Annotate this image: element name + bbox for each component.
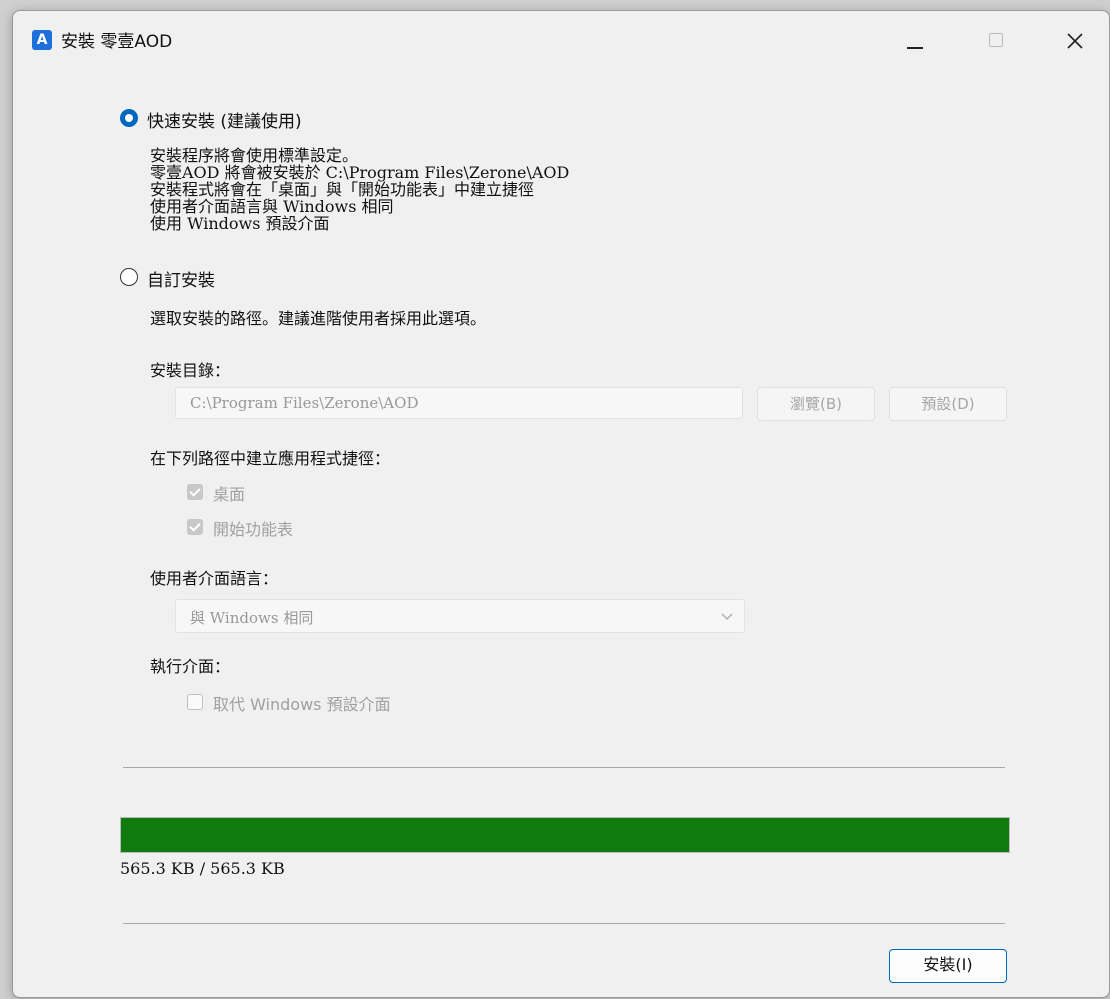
chevron-down-icon bbox=[721, 613, 733, 620]
progress-bar bbox=[120, 817, 1010, 853]
custom-install-label[interactable]: 自訂安裝 bbox=[147, 266, 215, 291]
progress-fill bbox=[121, 818, 1009, 852]
divider bbox=[123, 767, 1005, 768]
language-select[interactable]: 與 Windows 相同 bbox=[175, 599, 745, 633]
window-title: 安裝 零壹AOD bbox=[61, 32, 173, 52]
browse-button[interactable]: 瀏覽(B) bbox=[757, 387, 875, 421]
install-dir-label: 安裝目錄： bbox=[150, 361, 231, 380]
exec-interface-label: 執行介面： bbox=[150, 657, 231, 676]
close-button[interactable] bbox=[1053, 21, 1099, 59]
app-logo-icon: A bbox=[32, 30, 52, 50]
start-menu-shortcut-checkbox[interactable] bbox=[187, 519, 203, 535]
install-dir-value: C:\Program Files\Zerone\AOD bbox=[190, 394, 419, 412]
close-icon bbox=[1067, 33, 1083, 49]
custom-install-description: 選取安裝的路徑。建議進階使用者採用此選項。 bbox=[150, 309, 487, 328]
installer-window: A 安裝 零壹AOD 快速安裝 (建議使用) 安裝程序將會使用標準設定。 零壹A… bbox=[12, 10, 1110, 998]
quick-install-label[interactable]: 快速安裝 (建議使用) bbox=[147, 107, 302, 132]
shortcut-label: 在下列路徑中建立應用程式捷徑： bbox=[150, 449, 391, 468]
title-bar: A 安裝 零壹AOD bbox=[13, 11, 1109, 71]
quick-install-description: 安裝程序將會使用標準設定。 零壹AOD 將會被安裝於 C:\Program Fi… bbox=[150, 148, 569, 233]
install-button[interactable]: 安裝(I) bbox=[889, 949, 1007, 983]
minimize-icon bbox=[907, 47, 923, 49]
quick-install-line: 使用 Windows 預設介面 bbox=[150, 214, 330, 233]
divider bbox=[123, 923, 1005, 924]
quick-install-radio[interactable] bbox=[120, 109, 138, 127]
start-menu-shortcut-label: 開始功能表 bbox=[213, 520, 294, 539]
language-label: 使用者介面語言： bbox=[150, 569, 279, 588]
default-button[interactable]: 預設(D) bbox=[889, 387, 1007, 421]
progress-text: 565.3 KB / 565.3 KB bbox=[120, 859, 285, 878]
maximize-button bbox=[973, 21, 1019, 59]
desktop-shortcut-checkbox[interactable] bbox=[187, 484, 203, 500]
custom-install-radio[interactable] bbox=[120, 268, 138, 286]
replace-default-checkbox[interactable] bbox=[187, 694, 203, 710]
minimize-button[interactable] bbox=[891, 21, 937, 59]
language-value: 與 Windows 相同 bbox=[190, 609, 314, 627]
replace-default-label: 取代 Windows 預設介面 bbox=[213, 695, 391, 714]
maximize-icon bbox=[989, 33, 1003, 47]
desktop-shortcut-label: 桌面 bbox=[213, 485, 246, 504]
install-dir-field[interactable]: C:\Program Files\Zerone\AOD bbox=[175, 387, 743, 419]
